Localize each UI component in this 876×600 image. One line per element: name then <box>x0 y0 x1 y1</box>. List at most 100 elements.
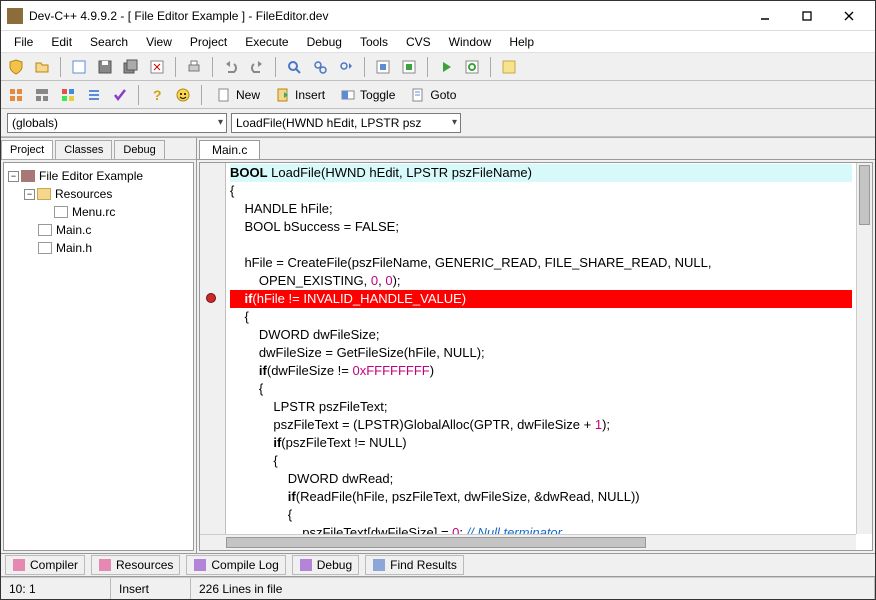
tree-label: Resources <box>55 187 112 201</box>
collapse-icon[interactable]: − <box>8 171 19 182</box>
scope-dropdown[interactable]: (globals) <box>7 113 227 133</box>
tab-icon <box>98 558 112 572</box>
print-icon[interactable] <box>183 56 205 78</box>
code-line[interactable]: BOOL LoadFile(HWND hEdit, LPSTR pszFileN… <box>230 164 852 182</box>
check-icon[interactable] <box>109 84 131 106</box>
collapse-icon[interactable]: − <box>24 189 35 200</box>
tree-folder[interactable]: − Resources <box>6 185 191 203</box>
shield-icon[interactable] <box>5 56 27 78</box>
code-line[interactable]: HANDLE hFile; <box>230 200 852 218</box>
code-line[interactable]: { <box>230 380 852 398</box>
code-line[interactable]: hFile = CreateFile(pszFileName, GENERIC_… <box>230 254 852 272</box>
compile-icon[interactable] <box>372 56 394 78</box>
bottom-tab-compile-log[interactable]: Compile Log <box>186 555 285 575</box>
debug-icon[interactable] <box>498 56 520 78</box>
bottom-tab-find-results[interactable]: Find Results <box>365 555 464 575</box>
code-line[interactable]: if(dwFileSize != 0xFFFFFFFF) <box>230 362 852 380</box>
tree-file[interactable]: Menu.rc <box>6 203 191 221</box>
close-button[interactable] <box>829 4 869 28</box>
code-line[interactable]: LPSTR pszFileText; <box>230 398 852 416</box>
code-line[interactable]: { <box>230 182 852 200</box>
new-button[interactable]: New <box>209 83 264 107</box>
menu-search[interactable]: Search <box>81 33 137 51</box>
toggle-button[interactable]: Toggle <box>333 83 399 107</box>
code-line[interactable] <box>230 236 852 254</box>
tree-file[interactable]: Main.h <box>6 239 191 257</box>
code-line[interactable]: dwFileSize = GetFileSize(hFile, NULL); <box>230 344 852 362</box>
bottom-tab-resources[interactable]: Resources <box>91 555 180 575</box>
scroll-thumb[interactable] <box>226 537 646 548</box>
save-icon[interactable] <box>94 56 116 78</box>
side-tab-classes[interactable]: Classes <box>55 140 112 159</box>
tab-label: Debug <box>317 558 352 572</box>
insert-button[interactable]: Insert <box>268 83 329 107</box>
save-all-icon[interactable] <box>120 56 142 78</box>
menu-cvs[interactable]: CVS <box>397 33 440 51</box>
grid-colors-icon[interactable] <box>57 84 79 106</box>
menu-window[interactable]: Window <box>440 33 501 51</box>
menu-help[interactable]: Help <box>500 33 543 51</box>
code-line[interactable]: { <box>230 452 852 470</box>
code-line[interactable]: if(pszFileText != NULL) <box>230 434 852 452</box>
menu-tools[interactable]: Tools <box>351 33 397 51</box>
breakpoint-icon[interactable] <box>206 293 216 303</box>
code-line[interactable]: if(hFile != INVALID_HANDLE_VALUE) <box>230 290 852 308</box>
code-line[interactable]: BOOL bSuccess = FALSE; <box>230 218 852 236</box>
close-file-icon[interactable] <box>146 56 168 78</box>
gutter[interactable] <box>200 163 226 534</box>
menu-view[interactable]: View <box>137 33 181 51</box>
bottom-tab-compiler[interactable]: Compiler <box>5 555 85 575</box>
menu-edit[interactable]: Edit <box>42 33 81 51</box>
list-icon[interactable] <box>83 84 105 106</box>
scroll-thumb[interactable] <box>859 165 870 225</box>
tree-project-root[interactable]: −File Editor Example <box>6 167 191 185</box>
goto-button[interactable]: Goto <box>403 83 460 107</box>
vertical-scrollbar[interactable] <box>856 163 872 534</box>
scope-bar: (globals) LoadFile(HWND hEdit, LPSTR psz <box>1 109 875 137</box>
side-tab-debug[interactable]: Debug <box>114 140 164 159</box>
minimize-button[interactable] <box>745 4 785 28</box>
grid-2x2-icon[interactable] <box>5 84 27 106</box>
menu-file[interactable]: File <box>5 33 42 51</box>
side-tab-project[interactable]: Project <box>1 140 53 159</box>
horizontal-scrollbar[interactable] <box>200 534 856 550</box>
menu-project[interactable]: Project <box>181 33 236 51</box>
menu-debug[interactable]: Debug <box>298 33 351 51</box>
tab-label: Compiler <box>30 558 78 572</box>
redo-icon[interactable] <box>246 56 268 78</box>
tree-file[interactable]: Main.c <box>6 221 191 239</box>
code-line[interactable]: DWORD dwRead; <box>230 470 852 488</box>
find-next-icon[interactable] <box>335 56 357 78</box>
bottom-tab-debug[interactable]: Debug <box>292 555 359 575</box>
function-dropdown[interactable]: LoadFile(HWND hEdit, LPSTR psz <box>231 113 461 133</box>
help-icon[interactable]: ? <box>146 84 168 106</box>
code-line[interactable]: DWORD dwFileSize; <box>230 326 852 344</box>
replace-icon[interactable] <box>309 56 331 78</box>
project-tree[interactable]: −File Editor Example −Resources Menu.rc … <box>3 162 194 551</box>
maximize-button[interactable] <box>787 4 827 28</box>
code-line[interactable]: pszFileText[dwFileSize] = 0; // Null ter… <box>230 524 852 534</box>
find-icon[interactable] <box>283 56 305 78</box>
code-line[interactable]: pszFileText = (LPSTR)GlobalAlloc(GPTR, d… <box>230 416 852 434</box>
editor-tab[interactable]: Main.c <box>199 140 260 159</box>
tab-icon <box>12 558 26 572</box>
code-line[interactable]: if(ReadFile(hFile, pszFileText, dwFileSi… <box>230 488 852 506</box>
rebuild-icon[interactable] <box>461 56 483 78</box>
app-icon <box>7 8 23 24</box>
open-icon[interactable] <box>31 56 53 78</box>
tab-icon <box>193 558 207 572</box>
compile-run-icon[interactable] <box>435 56 457 78</box>
code-line[interactable]: { <box>230 506 852 524</box>
titlebar-text: Dev-C++ 4.9.9.2 - [ File Editor Example … <box>29 9 745 23</box>
undo-icon[interactable] <box>220 56 242 78</box>
grid-3-icon[interactable] <box>31 84 53 106</box>
code-line[interactable]: { <box>230 308 852 326</box>
about-icon[interactable] <box>172 84 194 106</box>
new-window-icon[interactable] <box>68 56 90 78</box>
code-editor[interactable]: BOOL LoadFile(HWND hEdit, LPSTR pszFileN… <box>199 162 873 551</box>
code-line[interactable]: OPEN_EXISTING, 0, 0); <box>230 272 852 290</box>
code-content[interactable]: BOOL LoadFile(HWND hEdit, LPSTR pszFileN… <box>226 163 856 534</box>
menu-execute[interactable]: Execute <box>236 33 297 51</box>
run-icon[interactable] <box>398 56 420 78</box>
bottom-tab-strip: Compiler Resources Compile Log Debug Find Re… <box>1 553 875 577</box>
